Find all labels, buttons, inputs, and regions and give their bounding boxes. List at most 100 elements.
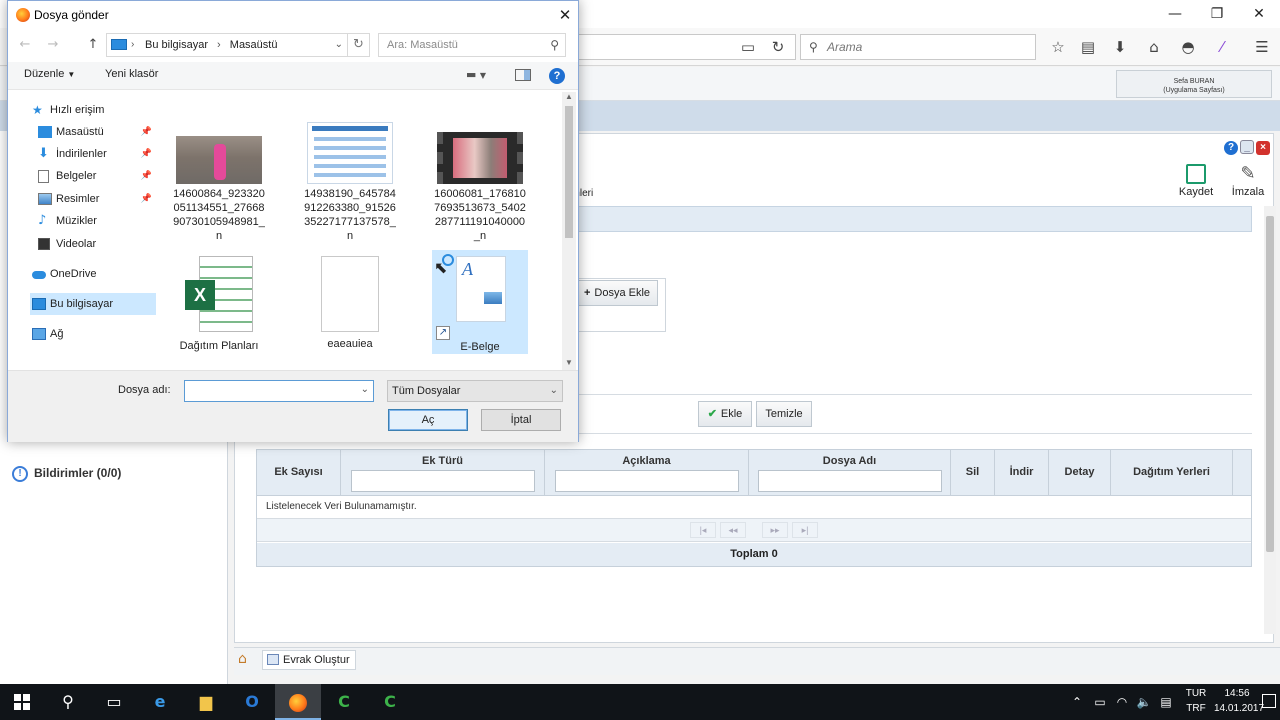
- filetype-select[interactable]: Tüm Dosyalar ⌄: [387, 380, 563, 402]
- pen-icon[interactable]: ⁄: [1210, 36, 1234, 58]
- view-options-icon[interactable]: ▬ ▼: [466, 68, 500, 81]
- filter-input[interactable]: [757, 470, 942, 492]
- browser-search-input[interactable]: ⚲ Arama: [800, 34, 1036, 60]
- column-header[interactable]: Sil: [951, 450, 995, 496]
- clock[interactable]: 14:56 14.01.2017: [1214, 686, 1264, 716]
- create-document-button[interactable]: Evrak Oluştur: [262, 650, 356, 670]
- action-center-icon[interactable]: [1262, 694, 1276, 708]
- column-header[interactable]: Detay: [1049, 450, 1111, 496]
- filename-input[interactable]: ⌄: [184, 380, 374, 402]
- url-bar[interactable]: [560, 34, 796, 60]
- pin-icon[interactable]: 📌: [141, 165, 152, 187]
- filter-input[interactable]: [554, 470, 739, 492]
- back-arrow-icon[interactable]: ←: [16, 36, 34, 54]
- firefox-taskbar-icon[interactable]: [275, 684, 321, 720]
- filter-input[interactable]: [350, 470, 535, 492]
- library-icon[interactable]: ▤: [1076, 36, 1100, 58]
- add-file-button[interactable]: + Dosya Ekle: [576, 280, 658, 306]
- home-icon[interactable]: ⌂: [1142, 36, 1166, 58]
- pin-icon[interactable]: 📌: [141, 188, 152, 210]
- reader-view-icon[interactable]: ▭: [736, 36, 760, 58]
- wifi-icon[interactable]: ◠: [1112, 684, 1132, 720]
- prev-page-icon[interactable]: ◂◂: [720, 522, 746, 538]
- task-view-icon[interactable]: ▭: [91, 684, 137, 720]
- nav-desktop[interactable]: Masaüstü 📌: [36, 121, 156, 143]
- column-header[interactable]: Açıklama: [545, 450, 749, 496]
- language-indicator[interactable]: TUR TRF: [1182, 686, 1210, 716]
- file-explorer-icon[interactable]: ▆: [183, 684, 229, 720]
- dialog-search-input[interactable]: Ara: Masaüstü ⚲: [378, 33, 566, 57]
- edge-icon[interactable]: e: [137, 684, 183, 720]
- camtasia-icon[interactable]: C: [321, 684, 367, 720]
- file-item[interactable]: X Dağıtım Planları: [171, 256, 267, 353]
- pin-icon[interactable]: 📌: [141, 121, 152, 143]
- new-folder-button[interactable]: Yeni klasör: [105, 68, 158, 80]
- file-item[interactable]: 14600864_923320 051134551_27668 90730105…: [171, 136, 267, 243]
- organize-button[interactable]: Düzenle ▼: [24, 68, 75, 80]
- dialog-close-button[interactable]: ✕: [552, 2, 578, 28]
- last-page-icon[interactable]: ▸|: [792, 522, 818, 538]
- file-item[interactable]: eaeauiea: [302, 256, 398, 351]
- refresh-icon[interactable]: ↻: [348, 33, 370, 57]
- reload-icon[interactable]: ↻: [766, 36, 790, 58]
- tray-chevron-up-icon[interactable]: ⌃: [1068, 684, 1086, 720]
- clear-button[interactable]: Temizle: [756, 401, 812, 427]
- up-arrow-icon[interactable]: ↑: [84, 36, 102, 54]
- nav-onedrive[interactable]: OneDrive: [30, 263, 156, 285]
- forward-arrow-icon[interactable]: →: [44, 36, 62, 54]
- pocket-icon[interactable]: ◓: [1176, 36, 1200, 58]
- volume-icon[interactable]: 🔈: [1134, 684, 1154, 720]
- maximize-button[interactable]: ❐: [1194, 0, 1240, 28]
- column-header[interactable]: Dosya Adı: [749, 450, 951, 496]
- column-header[interactable]: İndir: [995, 450, 1049, 496]
- address-bar[interactable]: › Bu bilgisayar › Masaüstü ⌄: [106, 33, 348, 57]
- nav-quick-access[interactable]: ★ Hızlı erişim: [30, 99, 156, 121]
- chevron-down-icon[interactable]: ⌄: [335, 34, 343, 56]
- minimize-button[interactable]: —: [1152, 0, 1198, 28]
- camtasia-recorder-icon[interactable]: C: [367, 684, 413, 720]
- nav-pictures[interactable]: Resimler 📌: [36, 188, 156, 210]
- file-item[interactable]: 16006081_176810 7693513673_5402 28771119…: [432, 132, 528, 243]
- pin-icon[interactable]: 📌: [141, 143, 152, 165]
- breadcrumb-computer[interactable]: Bu bilgisayar: [145, 39, 208, 51]
- cancel-button[interactable]: İptal: [481, 409, 561, 431]
- open-button[interactable]: Aç: [388, 409, 468, 431]
- user-box[interactable]: Sefa BURAN (Uygulama Sayfası): [1116, 70, 1272, 98]
- column-header[interactable]: Ek Türü: [341, 450, 545, 496]
- search-icon: ⚲: [809, 40, 818, 54]
- nav-documents[interactable]: Belgeler 📌: [36, 165, 156, 187]
- main-scrollbar[interactable]: [1264, 206, 1276, 634]
- message-icon[interactable]: ▤: [1156, 684, 1176, 720]
- save-button[interactable]: Kaydet: [1176, 164, 1216, 198]
- close-panel-icon[interactable]: ×: [1256, 141, 1270, 155]
- downloads-icon[interactable]: ⬇: [1108, 36, 1132, 58]
- help-icon[interactable]: ?: [1224, 141, 1238, 155]
- close-button[interactable]: ✕: [1236, 0, 1280, 28]
- bookmark-star-icon[interactable]: ☆: [1046, 36, 1070, 58]
- notifications-menu-item[interactable]: ! Bildirimler (0/0): [12, 462, 222, 484]
- outlook-icon[interactable]: O: [229, 684, 275, 720]
- nav-network[interactable]: Ağ: [30, 323, 156, 345]
- nav-downloads[interactable]: ⬇ İndirilenler 📌: [36, 143, 156, 165]
- nav-this-pc[interactable]: Bu bilgisayar: [30, 293, 156, 315]
- next-page-icon[interactable]: ▸▸: [762, 522, 788, 538]
- chevron-down-icon[interactable]: ⌄: [361, 384, 369, 395]
- file-list-scrollbar[interactable]: ▲ ▼: [562, 92, 576, 370]
- add-button[interactable]: ✔ Ekle: [698, 401, 752, 427]
- preview-pane-icon[interactable]: [515, 69, 531, 81]
- file-item[interactable]: 14938190_645784 912263380_91526 35227177…: [302, 122, 398, 243]
- sign-button[interactable]: ✎ İmzala: [1228, 164, 1268, 199]
- minimize-panel-icon[interactable]: _: [1240, 140, 1254, 154]
- breadcrumb-desktop[interactable]: Masaüstü: [230, 39, 278, 51]
- column-header[interactable]: Dağıtım Yerleri: [1111, 450, 1233, 496]
- menu-icon[interactable]: ☰: [1250, 36, 1274, 58]
- column-header[interactable]: Ek Sayısı: [257, 450, 341, 496]
- nav-music[interactable]: ♪ Müzikler: [36, 210, 156, 232]
- windows-start-icon[interactable]: [14, 694, 30, 710]
- first-page-icon[interactable]: |◂: [690, 522, 716, 538]
- home-icon[interactable]: ⌂: [238, 651, 258, 669]
- search-icon[interactable]: ⚲: [45, 684, 91, 720]
- nav-videos[interactable]: Videolar: [36, 233, 156, 255]
- help-icon[interactable]: ?: [549, 68, 565, 84]
- battery-icon[interactable]: ▭: [1090, 684, 1110, 720]
